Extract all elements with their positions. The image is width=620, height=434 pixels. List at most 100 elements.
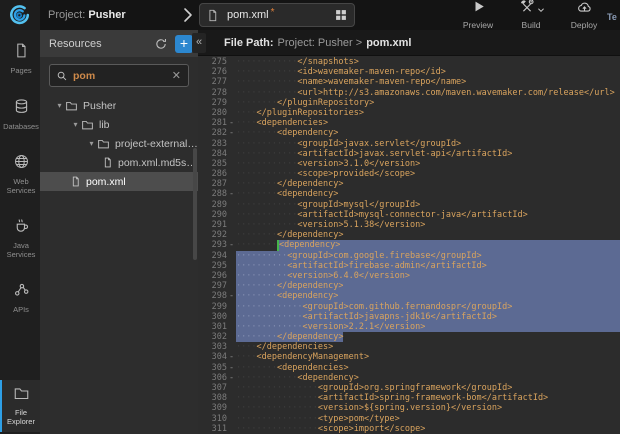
code-line[interactable]: 308 ················<artifactId>spring-f… bbox=[198, 393, 620, 403]
code-line[interactable]: 281-····<dependencies> bbox=[198, 118, 620, 128]
code-line[interactable]: 293-········<dependency> bbox=[198, 240, 620, 250]
code-line[interactable]: 305-········<dependencies> bbox=[198, 363, 620, 373]
code-line[interactable]: 300 ·············<artifactId>javapns-jdk… bbox=[198, 312, 620, 322]
code-line[interactable]: 301 ·············<version>2.2.1</version… bbox=[198, 322, 620, 332]
sidebar-item-file-explorer[interactable]: File Explorer bbox=[0, 380, 40, 432]
code-text[interactable]: <artifactId>mysql-connector-java</artifa… bbox=[297, 210, 527, 220]
code-text[interactable]: <dependency> bbox=[277, 189, 338, 199]
code-line[interactable]: 278 ············<url>http://s3.amazonaws… bbox=[198, 88, 620, 98]
code-text[interactable]: </pluginRepository> bbox=[277, 98, 374, 108]
add-resource-button[interactable]: + bbox=[175, 35, 193, 53]
chevron-down-icon[interactable]: ▾ bbox=[70, 120, 81, 129]
code-text[interactable]: </pluginRepositories> bbox=[256, 108, 363, 118]
fold-marker[interactable]: - bbox=[227, 240, 236, 250]
code-text[interactable]: <url>http://s3.amazonaws.com/maven.wavem… bbox=[297, 88, 614, 98]
code-text[interactable]: <version>5.1.38</version> bbox=[297, 220, 425, 230]
code-text[interactable]: <version>3.1.0</version> bbox=[297, 159, 420, 169]
code-text[interactable]: <version>2.2.1</version> bbox=[303, 322, 426, 332]
code-area[interactable]: 275 ············</snapshots>276 ········… bbox=[198, 56, 620, 434]
fold-marker[interactable]: - bbox=[227, 189, 236, 199]
sidebar-item-java-services[interactable]: Java Services bbox=[0, 211, 40, 265]
code-line[interactable]: 296 ··········<version>6.4.0</version> bbox=[198, 271, 620, 281]
build-button[interactable]: Build bbox=[511, 3, 551, 30]
tree-item-lib[interactable]: ▾lib bbox=[40, 115, 198, 134]
code-line[interactable]: 302 ········</dependency> bbox=[198, 332, 620, 342]
code-line[interactable]: 291 ············<version>5.1.38</version… bbox=[198, 220, 620, 230]
code-line[interactable]: 307 ················<groupId>org.springf… bbox=[198, 383, 620, 393]
fold-marker[interactable]: - bbox=[227, 352, 236, 362]
code-line[interactable]: 297 ········</dependency> bbox=[198, 281, 620, 291]
code-text[interactable]: <artifactId>javax.servlet-api</artifactI… bbox=[297, 149, 512, 159]
sidebar-item-apis[interactable]: APIs bbox=[0, 275, 40, 321]
fold-marker[interactable]: - bbox=[227, 118, 236, 128]
code-text[interactable]: <dependency> bbox=[277, 128, 338, 138]
code-text-with-caret[interactable]: <dependency> bbox=[277, 240, 340, 250]
preview-button[interactable]: Preview bbox=[458, 3, 498, 30]
code-line[interactable]: 295 ··········<artifactId>firebase-admin… bbox=[198, 261, 620, 271]
deploy-button[interactable]: Deploy bbox=[564, 3, 604, 30]
code-line[interactable]: 280 ····</pluginRepositories> bbox=[198, 108, 620, 118]
code-line[interactable]: 294 ··········<groupId>com.google.fireba… bbox=[198, 251, 620, 261]
code-line[interactable]: 287 ········</dependency> bbox=[198, 179, 620, 189]
code-text[interactable]: <scope>import</scope> bbox=[318, 424, 425, 434]
code-line[interactable]: 292 ········</dependency> bbox=[198, 230, 620, 240]
code-text[interactable]: </snapshots> bbox=[297, 57, 358, 67]
code-line[interactable]: 311 ················<scope>import</scope… bbox=[198, 424, 620, 434]
code-text[interactable]: <name>wavemaker-maven-repo</name> bbox=[297, 77, 466, 87]
wavemaker-logo[interactable] bbox=[0, 0, 40, 30]
collapse-left-icon[interactable]: « bbox=[192, 33, 206, 53]
resources-search[interactable]: pom ✕ bbox=[49, 64, 189, 87]
fold-marker[interactable]: - bbox=[227, 373, 236, 383]
sidebar-item-web-services[interactable]: Web Services bbox=[0, 147, 40, 201]
code-text[interactable]: </dependency> bbox=[277, 230, 344, 240]
code-line[interactable]: 282-········<dependency> bbox=[198, 128, 620, 138]
code-line[interactable]: 289 ············<groupId>mysql</groupId> bbox=[198, 200, 620, 210]
refresh-icon[interactable] bbox=[152, 35, 170, 53]
code-text[interactable]: <groupId>com.google.firebase</groupId> bbox=[287, 251, 481, 261]
code-text[interactable]: </dependency> bbox=[277, 332, 344, 342]
code-line[interactable]: 310 ················<type>pom</type> bbox=[198, 414, 620, 424]
code-text[interactable]: <artifactId>spring-framework-bom</artifa… bbox=[318, 393, 548, 403]
code-line[interactable]: 304-····<dependencyManagement> bbox=[198, 352, 620, 362]
fold-marker[interactable]: - bbox=[227, 363, 236, 373]
code-text[interactable]: <artifactId>firebase-admin</artifactId> bbox=[287, 261, 487, 271]
chevron-down-icon[interactable]: ▾ bbox=[54, 101, 65, 110]
fold-marker[interactable]: - bbox=[227, 291, 236, 301]
code-text[interactable]: <id>wavemaker-maven-repo</id> bbox=[297, 67, 445, 77]
code-text[interactable]: <version>${spring.version}</version> bbox=[318, 403, 502, 413]
code-text[interactable]: </dependencies> bbox=[256, 342, 333, 352]
code-line[interactable]: 277 ············<name>wavemaker-maven-re… bbox=[198, 77, 620, 87]
code-text[interactable]: <groupId>com.github.fernandospr</groupId… bbox=[303, 302, 513, 312]
search-input[interactable]: pom bbox=[73, 70, 171, 82]
code-line[interactable]: 299 ·············<groupId>com.github.fer… bbox=[198, 302, 620, 312]
code-text[interactable]: <dependencyManagement> bbox=[256, 352, 369, 362]
code-line[interactable]: 275 ············</snapshots> bbox=[198, 57, 620, 67]
code-line[interactable]: 306-············<dependency> bbox=[198, 373, 620, 383]
caret-down-icon[interactable] bbox=[537, 1, 545, 19]
code-line[interactable]: 288-········<dependency> bbox=[198, 189, 620, 199]
toolbar-item-clipped[interactable]: Te bbox=[607, 12, 620, 22]
resources-scrollbar[interactable] bbox=[193, 148, 197, 260]
code-line[interactable]: 290 ············<artifactId>mysql-connec… bbox=[198, 210, 620, 220]
tree-item-pusher[interactable]: ▾Pusher bbox=[40, 96, 198, 115]
chevron-down-icon[interactable]: ▾ bbox=[86, 139, 97, 148]
sidebar-item-pages[interactable]: Pages bbox=[0, 36, 40, 82]
code-text[interactable]: <groupId>javax.servlet</groupId> bbox=[297, 139, 461, 149]
code-line[interactable]: 285 ············<version>3.1.0</version> bbox=[198, 159, 620, 169]
code-text[interactable]: <groupId>org.springframework</groupId> bbox=[318, 383, 512, 393]
code-text[interactable]: <dependencies> bbox=[277, 363, 349, 373]
code-text[interactable]: </dependency> bbox=[277, 281, 344, 291]
code-line[interactable]: 303 ····</dependencies> bbox=[198, 342, 620, 352]
fold-marker[interactable]: - bbox=[227, 128, 236, 138]
code-text[interactable]: <artifactId>javapns-jdk16</artifactId> bbox=[303, 312, 497, 322]
code-text[interactable]: </dependency> bbox=[277, 179, 344, 189]
tab-pom-xml[interactable]: pom.xml * bbox=[199, 3, 355, 27]
code-line[interactable]: 286 ············<scope>provided</scope> bbox=[198, 169, 620, 179]
code-text[interactable]: <scope>provided</scope> bbox=[297, 169, 415, 179]
tree-item-pom-xml[interactable]: pom.xml bbox=[40, 172, 198, 191]
code-line[interactable]: 279 ········</pluginRepository> bbox=[198, 98, 620, 108]
tree-item-project-external-depend[interactable]: ▾project-external-depend bbox=[40, 134, 198, 153]
code-line[interactable]: 283 ············<groupId>javax.servlet</… bbox=[198, 139, 620, 149]
code-text[interactable]: <type>pom</type> bbox=[318, 414, 400, 424]
tree-item-pom-xml-md5sum[interactable]: pom.xml.md5sum bbox=[40, 153, 198, 172]
